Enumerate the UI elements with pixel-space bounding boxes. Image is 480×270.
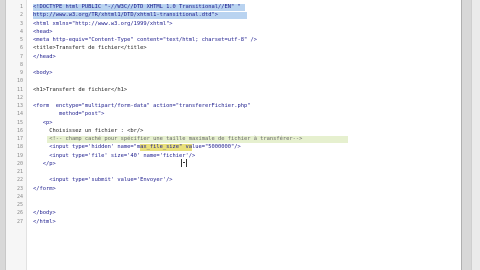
line-number: 19 [16, 152, 23, 159]
code-editor-window: 1 2 3 4 5 6 7 8 9 10 11 12 13 14 15 16 17 18 19 20 21 22 23 24 2… [0, 0, 480, 270]
line-number: 8 [19, 61, 23, 68]
code-line[interactable]: <!DOCTYPE html PUBLIC "-//W3C//DTD XHTML… [33, 3, 241, 11]
code-line[interactable]: </p> [33, 160, 56, 168]
line-number: 25 [16, 202, 23, 208]
line-number: 20 [16, 160, 23, 167]
line-number: 4 [19, 28, 23, 35]
line-number: 12 [16, 94, 23, 101]
line-number: 27 [16, 218, 23, 225]
code-line[interactable]: http://www.w3.org/TR/xhtml1/DTD/xhtml1-t… [33, 11, 218, 19]
code-line[interactable]: <input type='hidden' name="max_file_size… [33, 143, 241, 151]
vertical-scrollbar[interactable] [471, 0, 480, 270]
line-number: 21 [16, 169, 23, 175]
line-number: 2 [19, 12, 23, 19]
code-line[interactable]: <title>Transfert de fichier</title> [33, 44, 147, 52]
code-line[interactable]: <p> [33, 119, 53, 127]
text-cursor-icon [181, 159, 187, 167]
line-number: 3 [19, 20, 23, 27]
line-number: 6 [19, 45, 23, 52]
line-number: 5 [19, 37, 23, 43]
editor-panel[interactable]: 1 2 3 4 5 6 7 8 9 10 11 12 13 14 15 16 17 18 19 20 21 22 23 24 2… [5, 0, 462, 270]
code-line[interactable]: </body> [33, 209, 56, 217]
line-number: 14 [16, 111, 23, 118]
code-line[interactable]: </head> [33, 53, 56, 61]
code-line[interactable]: method="post"> [33, 110, 104, 118]
code-line[interactable]: </form> [33, 185, 56, 193]
line-number: 1 [19, 4, 23, 10]
line-number: 10 [16, 78, 23, 85]
line-number-gutter: 1 2 3 4 5 6 7 8 9 10 11 12 13 14 15 16 17 18 19 20 21 22 23 24 2… [6, 0, 27, 270]
code-line[interactable]: Choisissez un fichier : <br/> [33, 127, 143, 135]
code-line[interactable]: <form enctype="multipart/form-data" acti… [33, 102, 250, 110]
line-number: 26 [16, 210, 23, 217]
line-number: 9 [19, 70, 23, 76]
code-line[interactable]: <!-- champ caché pour spécifier une tail… [33, 135, 302, 143]
code-line[interactable]: <head> [33, 28, 52, 36]
code-line[interactable]: <html xmlns="http://www.w3.org/1999/xhtm… [33, 20, 173, 28]
line-number: 17 [16, 136, 23, 142]
line-number: 22 [16, 177, 23, 184]
line-number: 16 [16, 127, 23, 134]
code-line[interactable]: <input type='submit' value='Envoyer'/> [33, 176, 172, 184]
line-number: 24 [16, 193, 23, 200]
line-number: 7 [19, 53, 23, 60]
line-number: 18 [16, 144, 23, 151]
line-number: 13 [16, 103, 23, 109]
code-line[interactable]: </html> [33, 218, 56, 226]
code-line[interactable]: <input type='file' size='40' name='fichi… [33, 152, 195, 160]
code-line[interactable]: <h1>Transfert de fichier</h1> [33, 86, 127, 94]
line-number: 23 [16, 185, 23, 192]
line-number: 11 [16, 86, 23, 93]
line-number: 15 [16, 119, 23, 126]
code-line[interactable]: <meta http-equiv="Content-Type" content=… [33, 36, 257, 44]
code-line[interactable]: <body> [33, 69, 52, 77]
